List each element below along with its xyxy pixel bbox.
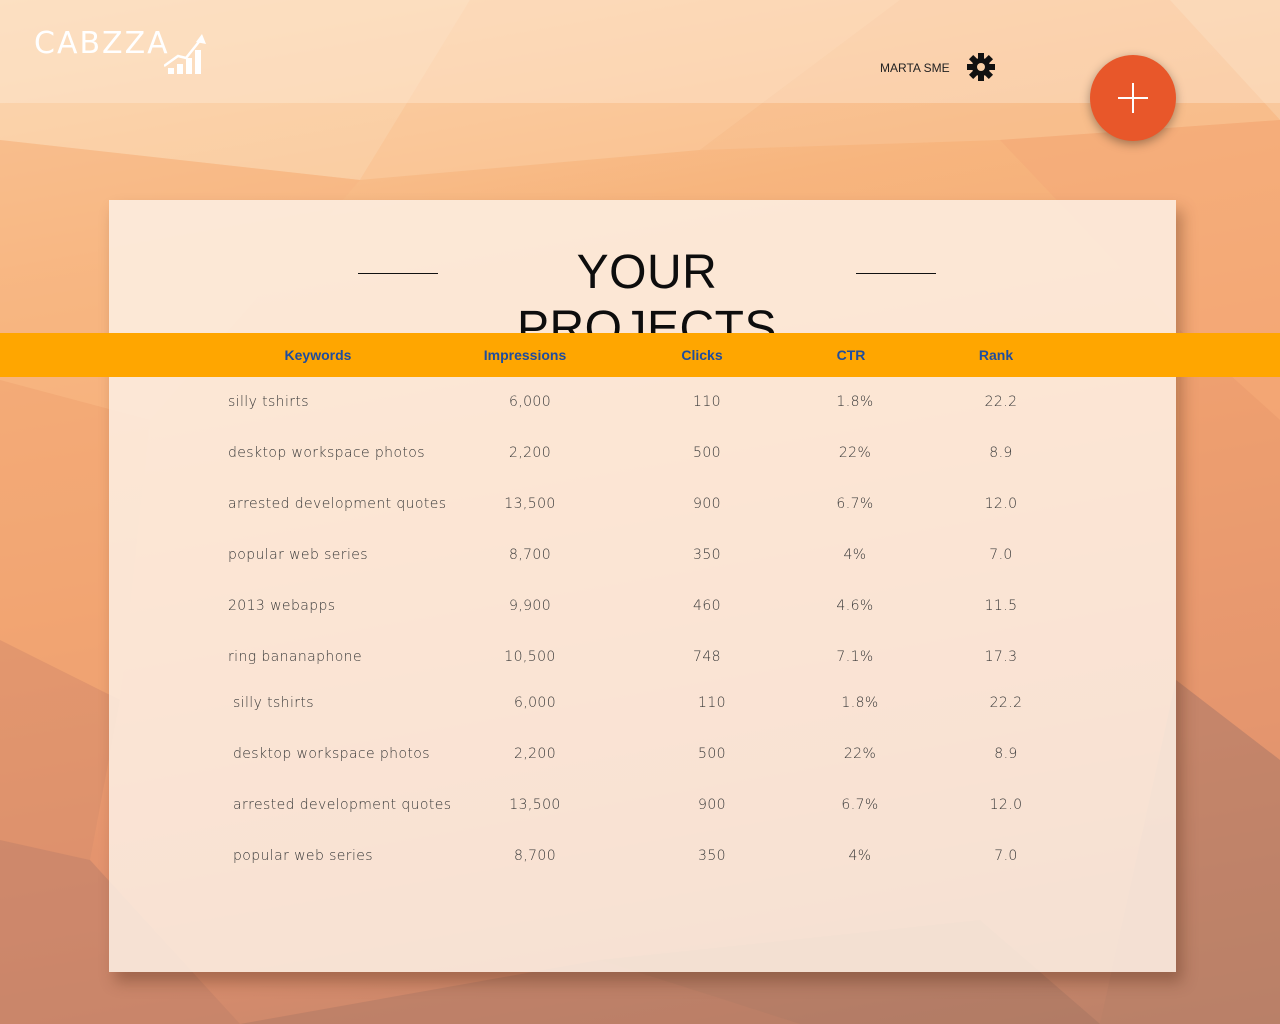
cell-rank: 7.0	[989, 547, 1013, 563]
table-row[interactable]: desktop workspace photos 2,200 500 22% 8.9	[0, 445, 1280, 469]
gear-icon[interactable]	[966, 52, 996, 82]
table-row[interactable]: silly tshirts 6,000 110 1.8% 22.2	[0, 394, 1280, 418]
cell-ctr: 4%	[843, 547, 867, 563]
cell-keyword: desktop workspace photos	[233, 746, 430, 762]
column-header-keywords[interactable]: Keywords	[285, 347, 352, 363]
cell-impressions: 6,000	[508, 394, 552, 410]
cell-keyword: popular web series	[233, 848, 373, 864]
cell-keyword: arrested development quotes	[233, 797, 452, 813]
cell-keyword: silly tshirts	[228, 394, 309, 410]
page-title-block: YOUR PROJECTS	[0, 245, 1280, 355]
cell-rank: 17.3	[984, 649, 1018, 665]
cell-impressions: 10,500	[504, 649, 556, 665]
cell-impressions: 8,700	[508, 547, 552, 563]
cell-rank: 8.9	[989, 445, 1013, 461]
cell-rank: 7.0	[994, 848, 1018, 864]
cell-clicks: 500	[698, 746, 726, 762]
column-header-rank[interactable]: Rank	[979, 347, 1013, 363]
table-row[interactable]: arrested development quotes 13,500 900 6.7%…	[0, 496, 1280, 520]
logo-text: CABZZA	[34, 26, 170, 61]
cell-clicks: 110	[698, 695, 726, 711]
title-divider-right	[856, 273, 936, 274]
cell-keyword: arrested development quotes	[228, 496, 447, 512]
cell-ctr: 1.8%	[841, 695, 879, 711]
cell-rank: 12.0	[984, 496, 1018, 512]
cell-keyword: silly tshirts	[233, 695, 314, 711]
cell-ctr: 6.7%	[841, 797, 879, 813]
cell-clicks: 900	[693, 496, 721, 512]
column-header-clicks[interactable]: Clicks	[681, 347, 722, 363]
table-row[interactable]: desktop workspace photos 2,200 500 22% 8.9	[0, 746, 1280, 770]
cell-ctr: 7.1%	[836, 649, 874, 665]
cell-clicks: 350	[698, 848, 726, 864]
cell-keyword: ring bananaphone	[228, 649, 362, 665]
cell-impressions: 13,500	[509, 797, 561, 813]
cell-rank: 8.9	[994, 746, 1018, 762]
cell-keyword: popular web series	[228, 547, 368, 563]
cell-rank: 11.5	[984, 598, 1018, 614]
cell-impressions: 8,700	[513, 848, 557, 864]
rising-bar-chart-icon	[163, 34, 206, 74]
table-row[interactable]: popular web series 8,700 350 4% 7.0	[0, 848, 1280, 872]
cell-clicks: 350	[693, 547, 721, 563]
logo[interactable]: CABZZA	[34, 26, 210, 80]
table-row[interactable]: arrested development quotes 13,500 900 6.7%…	[0, 797, 1280, 821]
cell-impressions: 13,500	[504, 496, 556, 512]
cell-impressions: 2,200	[508, 445, 552, 461]
add-project-button[interactable]	[1090, 55, 1176, 141]
cell-ctr: 22%	[843, 746, 877, 762]
cell-impressions: 9,900	[508, 598, 552, 614]
table-header: Keywords Impressions Clicks CTR Rank	[0, 333, 1280, 377]
cell-ctr: 4%	[848, 848, 872, 864]
cell-ctr: 1.8%	[836, 394, 874, 410]
cell-ctr: 6.7%	[836, 496, 874, 512]
cell-keyword: desktop workspace photos	[228, 445, 425, 461]
plus-icon	[1118, 83, 1148, 113]
cell-clicks: 900	[698, 797, 726, 813]
title-divider-left	[358, 273, 438, 274]
cell-clicks: 110	[693, 394, 721, 410]
table-row[interactable]: popular web series 8,700 350 4% 7.0	[0, 547, 1280, 571]
table-row[interactable]: ring bananaphone 10,500 748 7.1% 17.3	[0, 649, 1280, 673]
cell-ctr: 22%	[838, 445, 872, 461]
cell-rank: 22.2	[989, 695, 1023, 711]
cell-clicks: 460	[693, 598, 721, 614]
column-header-impressions[interactable]: Impressions	[484, 347, 566, 363]
cell-impressions: 2,200	[513, 746, 557, 762]
user-name[interactable]: MARTA SME	[880, 61, 950, 75]
cell-ctr: 4.6%	[836, 598, 874, 614]
cell-clicks: 748	[693, 649, 721, 665]
table-row[interactable]: 2013 webapps 9,900 460 4.6% 11.5	[0, 598, 1280, 622]
column-header-ctr[interactable]: CTR	[837, 347, 866, 363]
cell-keyword: 2013 webapps	[228, 598, 336, 614]
cell-clicks: 500	[693, 445, 721, 461]
cell-rank: 22.2	[984, 394, 1018, 410]
cell-impressions: 6,000	[513, 695, 557, 711]
table-row[interactable]: silly tshirts 6,000 110 1.8% 22.2	[0, 695, 1280, 719]
cell-rank: 12.0	[989, 797, 1023, 813]
